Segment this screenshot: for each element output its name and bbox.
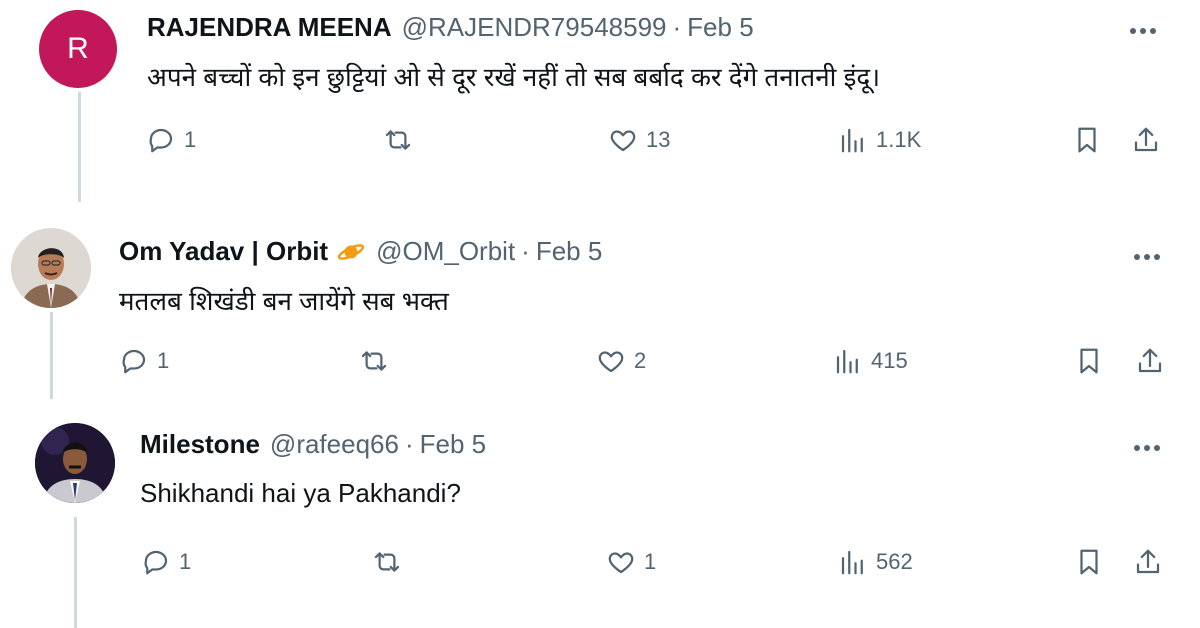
like-count: 1 [644,549,657,574]
bookmark-icon [1074,346,1104,376]
retweet-icon [358,346,390,376]
retweet-button[interactable] [382,125,414,155]
display-name[interactable]: Om Yadav | Orbit [119,236,328,267]
separator-dot: · [404,429,414,459]
reply-button[interactable]: 1 [141,547,191,577]
share-icon [1135,346,1165,376]
heart-icon [606,547,636,577]
share-button[interactable] [1131,125,1161,155]
reply-button[interactable]: 1 [119,346,169,376]
bar-chart-icon [833,346,863,376]
like-count: 13 [646,127,671,152]
share-icon [1133,547,1163,577]
like-count: 2 [634,348,647,373]
bar-chart-icon [838,125,868,155]
reply-icon [119,346,149,376]
retweet-icon [382,125,414,155]
views-button[interactable]: 415 [833,346,908,376]
views-button[interactable]: 1.1K [838,125,921,155]
display-name[interactable]: Milestone [140,429,260,460]
bar-chart-icon [838,547,868,577]
user-handle[interactable]: @RAJENDR79548599 [402,12,667,43]
user-photo-icon [11,228,91,308]
tweet-date[interactable]: Feb 5 [536,236,603,267]
user-photo-icon [35,423,115,503]
tweet-text: मतलब शिखंडी बन जायेंगे सब भक्त [119,286,449,316]
tweet-text: अपने बच्चों को इन छुट्टियां ओ से दूर रखे… [147,62,881,92]
separator-dot: · [521,236,530,266]
heart-icon [608,125,638,155]
view-count: 562 [876,549,913,574]
retweet-button[interactable] [358,346,390,376]
tweet-date[interactable]: Feb 5 [687,12,754,43]
bookmark-button[interactable] [1074,547,1104,577]
tweet-header: RAJENDRA MEENA @RAJENDR79548599 · Feb 5 [147,12,754,43]
heart-icon [596,346,626,376]
display-name[interactable]: RAJENDRA MEENA [147,12,392,43]
thread-line [50,312,53,399]
reply-thread: R RAJENDRA MEENA @RAJENDR79548599 · Feb … [0,0,1200,628]
avatar[interactable] [11,228,91,308]
orbit-planet-icon [336,240,366,264]
more-options-icon[interactable] [1123,16,1163,46]
reply-count: 1 [157,348,170,373]
more-options-icon[interactable] [1127,433,1167,463]
tweet-header: Milestone @rafeeq66 · Feb 5 [140,429,486,460]
separator-dot: · [672,12,682,42]
tweet-date[interactable]: Feb 5 [420,429,487,460]
tweet[interactable]: Om Yadav | Orbit @OM_Orbit · Feb 5 मतलब … [0,206,1200,399]
tweet-header: Om Yadav | Orbit @OM_Orbit · Feb 5 [119,236,602,267]
user-handle[interactable]: @rafeeq66 [270,429,399,460]
reply-icon [146,125,176,155]
avatar-letter: R [67,32,89,65]
like-button[interactable]: 2 [596,346,646,376]
more-options-icon[interactable] [1127,242,1167,272]
share-icon [1131,125,1161,155]
avatar[interactable]: R [39,10,117,88]
view-count: 415 [871,348,908,373]
reply-icon [141,547,171,577]
retweet-button[interactable] [371,547,403,577]
like-button[interactable]: 13 [608,125,670,155]
bookmark-icon [1074,547,1104,577]
tweet-text: Shikhandi hai ya Pakhandi? [140,478,461,508]
view-count: 1.1K [876,127,922,152]
share-button[interactable] [1135,346,1165,376]
retweet-icon [371,547,403,577]
bookmark-button[interactable] [1074,346,1104,376]
bookmark-icon [1072,125,1102,155]
user-handle[interactable]: @OM_Orbit [376,236,515,267]
tweet[interactable]: Milestone @rafeeq66 · Feb 5 Shikhandi ha… [0,399,1200,628]
avatar[interactable] [35,423,115,503]
reply-button[interactable]: 1 [146,125,196,155]
bookmark-button[interactable] [1072,125,1102,155]
share-button[interactable] [1133,547,1163,577]
thread-line [78,92,81,202]
reply-count: 1 [179,549,192,574]
tweet[interactable]: R RAJENDRA MEENA @RAJENDR79548599 · Feb … [0,0,1200,204]
reply-count: 1 [184,127,197,152]
views-button[interactable]: 562 [838,547,913,577]
thread-line [74,517,77,628]
like-button[interactable]: 1 [606,547,656,577]
